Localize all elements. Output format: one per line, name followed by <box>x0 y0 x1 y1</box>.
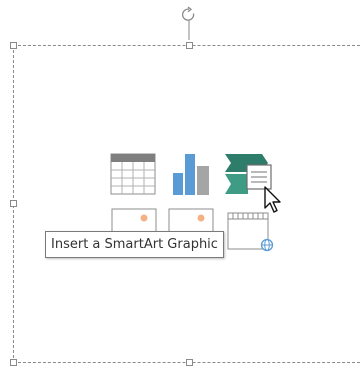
content-placeholder-frame[interactable] <box>13 45 361 363</box>
resize-handle-bottom-center[interactable] <box>186 359 193 366</box>
resize-handle-middle-left[interactable] <box>10 200 17 207</box>
smartart-tooltip: Insert a SmartArt Graphic <box>45 231 224 258</box>
resize-handle-top-center[interactable] <box>186 42 193 49</box>
insert-table-icon[interactable] <box>110 153 156 195</box>
slide-canvas: Insert a SmartArt Graphic <box>0 0 361 368</box>
insert-smartart-icon[interactable] <box>224 153 272 195</box>
mouse-pointer-icon <box>263 185 285 215</box>
resize-handle-top-left[interactable] <box>10 42 17 49</box>
rotate-handle-icon[interactable] <box>179 6 199 40</box>
insert-chart-icon[interactable] <box>172 153 214 195</box>
insert-video-icon[interactable] <box>227 212 274 254</box>
resize-handle-bottom-left[interactable] <box>10 359 17 366</box>
